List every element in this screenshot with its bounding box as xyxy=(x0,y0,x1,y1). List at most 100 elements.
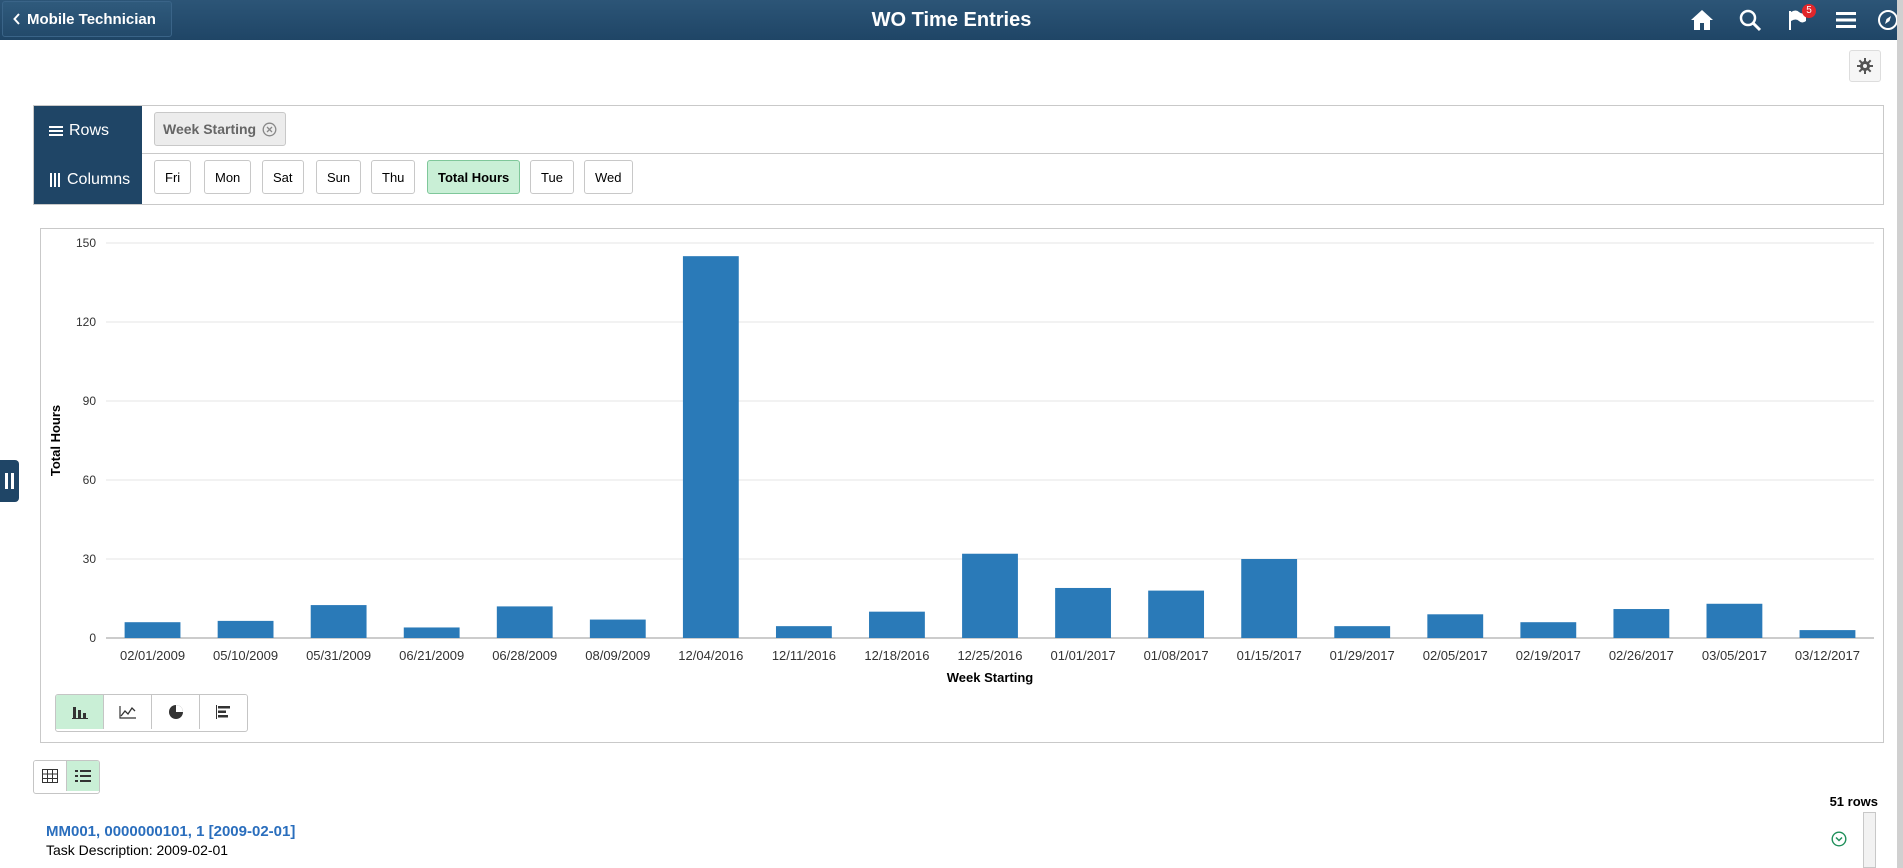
line-chart-icon xyxy=(118,706,136,719)
list-item-description: Task Description: 2009-02-01 xyxy=(46,842,228,858)
x-tick-label: 03/05/2017 xyxy=(1702,648,1767,663)
bar xyxy=(589,619,646,638)
x-tick-label: 03/12/2017 xyxy=(1795,648,1860,663)
bar xyxy=(1055,587,1111,638)
gear-icon xyxy=(1857,58,1873,74)
x-tick-label: 01/01/2017 xyxy=(1051,648,1116,663)
bar xyxy=(217,620,274,638)
bar xyxy=(124,622,181,638)
top-banner: Mobile Technician WO Time Entries 5 xyxy=(0,0,1903,40)
x-tick-label: 05/10/2009 xyxy=(213,648,278,663)
column-field-chip-wed[interactable]: Wed xyxy=(584,160,633,194)
list-scrollbar[interactable] xyxy=(1863,812,1876,868)
notifications-flag-icon[interactable]: 5 xyxy=(1784,4,1816,34)
y-tick-label: 90 xyxy=(83,394,97,408)
bar xyxy=(1613,609,1670,638)
y-tick-label: 30 xyxy=(83,552,97,566)
bar xyxy=(496,606,553,638)
grid-view-button[interactable] xyxy=(34,761,67,791)
bar xyxy=(1706,603,1763,638)
view-mode-selector xyxy=(33,760,100,794)
column-field-chip-mon[interactable]: Mon xyxy=(204,160,252,194)
pie-chart-button[interactable] xyxy=(152,695,200,729)
horizontal-bar-chart-icon xyxy=(215,705,230,719)
y-tick-label: 60 xyxy=(83,473,97,487)
row-field-chip[interactable]: Week Starting xyxy=(154,112,287,146)
x-tick-label: 08/09/2009 xyxy=(585,648,650,663)
notification-count-badge: 5 xyxy=(1802,4,1816,18)
y-axis-label: Total Hours xyxy=(48,405,63,476)
list-view-button[interactable] xyxy=(67,761,99,791)
bar-chart: 0 30 60 90 120 150 02/01/2009 05/10/2009 05/31/2… xyxy=(48,236,1874,685)
rows-icon xyxy=(49,125,63,136)
pause-bar-icon xyxy=(5,473,8,489)
window-edge-scrollbar[interactable] xyxy=(1897,0,1903,868)
search-icon[interactable] xyxy=(1736,6,1764,34)
bar xyxy=(1799,630,1856,638)
x-tick-label: 01/15/2017 xyxy=(1237,648,1302,663)
home-icon[interactable] xyxy=(1688,6,1716,34)
x-tick-label: 05/31/2009 xyxy=(306,648,371,663)
chevron-left-icon xyxy=(13,13,20,25)
list-item-title-link[interactable]: MM001, 0000000101, 1 [2009-02-01] xyxy=(46,823,295,840)
column-field-chip-fri[interactable]: Fri xyxy=(154,160,192,194)
x-tick-label: 01/29/2017 xyxy=(1330,648,1395,663)
x-tick-label: 06/21/2009 xyxy=(399,648,464,663)
bar xyxy=(310,605,367,638)
x-tick-label: 12/11/2016 xyxy=(772,648,836,663)
x-tick-label: 02/19/2017 xyxy=(1516,648,1581,663)
column-field-chip-tue[interactable]: Tue xyxy=(530,160,574,194)
columns-icon xyxy=(50,172,60,187)
task-description-label: Task Description: xyxy=(46,842,153,858)
bar xyxy=(403,627,460,638)
y-tick-label: 150 xyxy=(76,236,96,250)
back-button-label: Mobile Technician xyxy=(27,10,156,28)
page-title: WO Time Entries xyxy=(871,9,1032,31)
pivot-divider xyxy=(142,153,1883,154)
back-button[interactable]: Mobile Technician xyxy=(2,1,172,37)
pie-chart-icon xyxy=(168,705,183,719)
x-tick-label: 06/28/2009 xyxy=(492,648,557,663)
column-field-chip-thu[interactable]: Thu xyxy=(371,160,416,194)
pivot-config-panel: Rows Columns xyxy=(33,105,1884,205)
grid-view-icon xyxy=(42,769,58,783)
y-tick-label: 120 xyxy=(76,315,96,329)
bar xyxy=(1334,626,1391,638)
bar xyxy=(1520,622,1577,638)
bar-chart-button[interactable] xyxy=(56,695,104,729)
bar xyxy=(869,611,925,638)
columns-label[interactable]: Columns xyxy=(34,155,142,204)
column-field-chip-total-hours[interactable]: Total Hours xyxy=(427,160,521,194)
rows-label[interactable]: Rows xyxy=(34,106,142,155)
x-tick-label: 12/25/2016 xyxy=(957,648,1022,663)
pause-bar-icon xyxy=(11,473,14,489)
column-field-chip-sat[interactable]: Sat xyxy=(262,160,304,194)
side-panel-toggle[interactable] xyxy=(0,460,19,502)
bar-chart-icon xyxy=(71,707,88,719)
bar xyxy=(1241,559,1298,638)
bar xyxy=(1427,614,1484,638)
chart-panel: 0 30 60 90 120 150 02/01/2009 05/10/2009 05/31/2… xyxy=(40,228,1884,743)
x-tick-label: 02/01/2009 xyxy=(120,648,185,663)
chart-type-selector xyxy=(55,694,248,732)
y-tick-label: 0 xyxy=(89,631,96,645)
x-tick-label: 02/05/2017 xyxy=(1423,648,1488,663)
x-tick-label: 02/26/2017 xyxy=(1609,648,1674,663)
bar xyxy=(775,626,832,638)
remove-circle-icon[interactable] xyxy=(262,122,277,137)
task-description-value: 2009-02-01 xyxy=(156,842,229,858)
x-axis-label: Week Starting xyxy=(947,670,1034,685)
bar xyxy=(1148,590,1205,638)
rows-count: 51 rows xyxy=(1829,794,1878,809)
column-field-chip-sun[interactable]: Sun xyxy=(316,160,362,194)
expand-chevron-icon[interactable] xyxy=(1831,831,1847,847)
x-tick-label: 01/08/2017 xyxy=(1144,648,1209,663)
x-tick-label: 12/18/2016 xyxy=(864,648,929,663)
line-chart-button[interactable] xyxy=(104,695,152,729)
menu-icon[interactable] xyxy=(1832,6,1860,34)
bar xyxy=(682,256,739,638)
settings-gear-button[interactable] xyxy=(1849,50,1881,82)
horizontal-bar-chart-button[interactable] xyxy=(200,695,247,729)
list-view-icon xyxy=(75,770,91,782)
x-tick-label: 12/04/2016 xyxy=(678,648,743,663)
